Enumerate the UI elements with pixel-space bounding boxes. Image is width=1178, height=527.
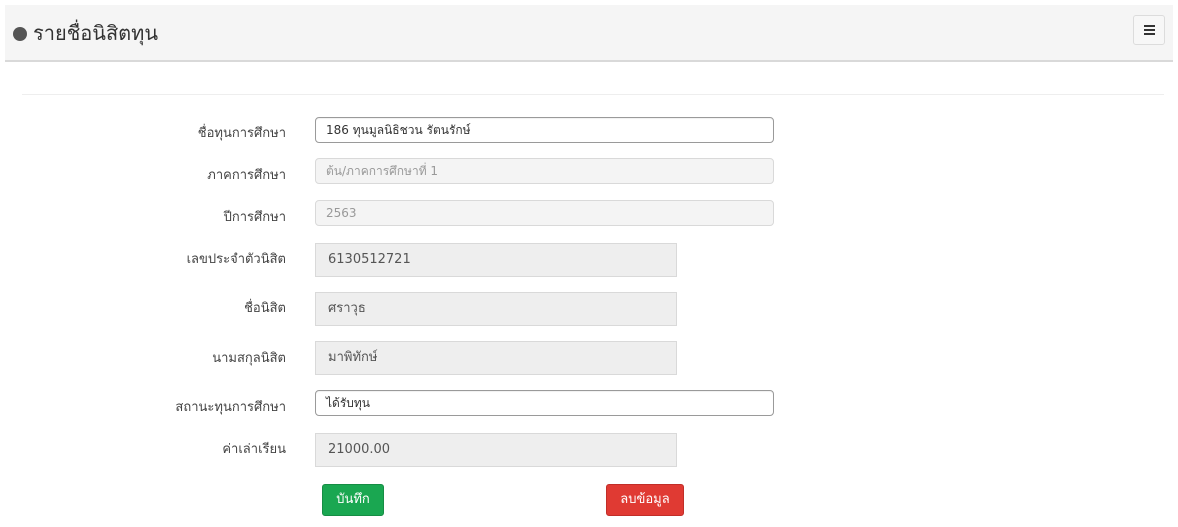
- page-header: รายชื่อนิสิตทุน: [5, 5, 1173, 62]
- tuition-field: 21000.00: [315, 433, 677, 467]
- scholarship-label: ชื่อทุนการศึกษา: [197, 126, 286, 141]
- last-name-label: นามสกุลนิสิต: [212, 351, 286, 366]
- tuition-label: ค่าเล่าเรียน: [222, 442, 286, 457]
- student-id-label: เลขประจำตัวนิสิต: [186, 252, 286, 267]
- student-id-field: 6130512721: [315, 243, 677, 277]
- scholarship-select[interactable]: 186 ทุนมูลนิธิชวน รัตนรักษ์: [315, 117, 774, 143]
- page-title: รายชื่อนิสิตทุน: [33, 21, 158, 45]
- year-label: ปีการศึกษา: [223, 210, 286, 225]
- first-name-label: ชื่อนิสิต: [244, 301, 286, 316]
- delete-button[interactable]: ลบข้อมูล: [606, 484, 684, 516]
- first-name-field: ศราวุธ: [315, 292, 677, 326]
- divider: [22, 94, 1164, 95]
- list-menu-button[interactable]: [1133, 15, 1165, 45]
- semester-select: ต้น/ภาคการศึกษาที่ 1: [315, 158, 774, 184]
- last-name-field: มาพิทักษ์: [315, 341, 677, 375]
- year-select: 2563: [315, 200, 774, 226]
- status-select[interactable]: ได้รับทุน: [315, 390, 774, 416]
- save-button[interactable]: บันทึก: [322, 484, 384, 516]
- status-label: สถานะทุนการศึกษา: [175, 400, 286, 415]
- list-menu-icon: [1144, 25, 1155, 36]
- circle-bullet-icon: [13, 27, 27, 41]
- semester-label: ภาคการศึกษา: [207, 168, 286, 183]
